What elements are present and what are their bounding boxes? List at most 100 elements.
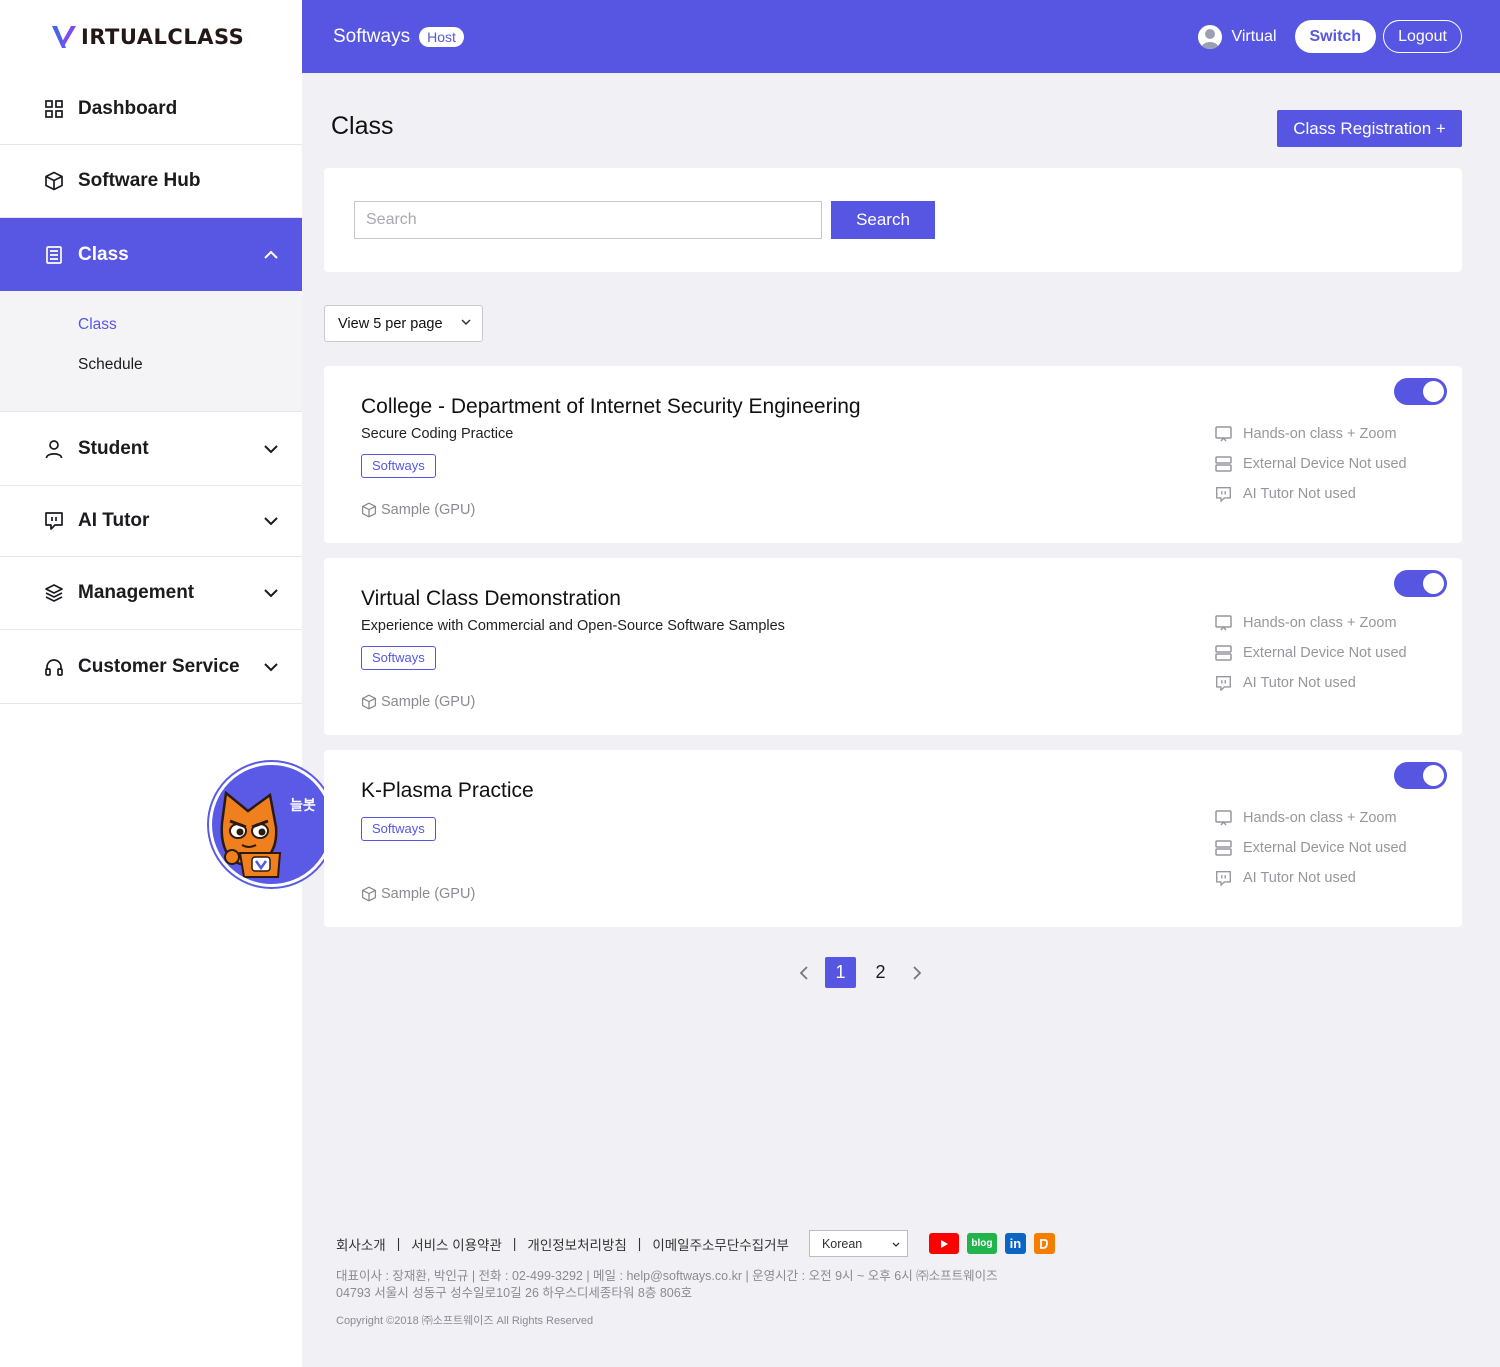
chevron-down-icon xyxy=(891,1239,901,1253)
youtube-icon[interactable] xyxy=(928,1233,959,1254)
feature-label: Hands-on class + Zoom xyxy=(1243,426,1397,442)
next-page-icon[interactable] xyxy=(905,957,929,988)
search-input[interactable] xyxy=(354,201,822,239)
cube-icon xyxy=(361,886,377,902)
blog-icon[interactable]: blog xyxy=(966,1233,997,1254)
sidebar-item-dashboard[interactable]: Dashboard xyxy=(0,73,302,145)
page-title: Class xyxy=(331,112,394,140)
user-name: Virtual xyxy=(1231,27,1277,45)
chevron-down-icon xyxy=(262,440,280,458)
logo[interactable]: IRTUALCLASS xyxy=(0,0,302,73)
server-icon xyxy=(1214,455,1232,473)
sidebar-item-ai-tutor[interactable]: AI Tutor xyxy=(0,486,302,557)
sidebar-item-class[interactable]: Class xyxy=(0,218,302,291)
copyright: Copyright ©2018 ㈜소프트웨이즈 All Rights Reser… xyxy=(336,1315,594,1327)
previous-page-icon[interactable] xyxy=(792,957,816,988)
per-page-value: View 5 per page xyxy=(338,315,443,332)
sidebar-item-label: AI Tutor xyxy=(78,510,150,531)
switch-button[interactable]: Switch xyxy=(1294,20,1377,53)
server-icon xyxy=(1214,644,1232,662)
sidebar: IRTUALCLASS Dashboard Software Hub Class… xyxy=(0,0,302,1367)
top-header: Softways Host Virtual Switch Logout xyxy=(302,0,1500,73)
page-2-button[interactable]: 2 xyxy=(865,957,896,988)
chat-bubble-icon xyxy=(44,511,64,531)
submenu-item-schedule[interactable]: Schedule xyxy=(0,355,302,395)
class-title[interactable]: Virtual Class Demonstration xyxy=(361,587,621,611)
submenu-item-class[interactable]: Class xyxy=(0,315,302,355)
class-enabled-toggle[interactable] xyxy=(1394,762,1447,789)
chevron-down-icon xyxy=(262,512,280,530)
sidebar-item-label: Management xyxy=(78,582,195,603)
company-info-line: 대표이사 : 장재환, 박인규 | 전화 : 02-499-3292 | 메일 … xyxy=(336,1269,998,1283)
sidebar-item-customer-service[interactable]: Customer Service xyxy=(0,630,302,704)
sidebar-item-label: Student xyxy=(78,437,149,459)
class-title[interactable]: K-Plasma Practice xyxy=(361,779,534,803)
social-links: blog in xyxy=(928,1233,1063,1254)
feature-zoom: Hands-on class + Zoom xyxy=(1214,809,1397,827)
role-badge: Host xyxy=(419,26,464,47)
class-title[interactable]: College - Department of Internet Securit… xyxy=(361,395,861,419)
feature-zoom: Hands-on class + Zoom xyxy=(1214,425,1397,443)
linkedin-icon[interactable]: in xyxy=(1004,1233,1026,1254)
cube-icon xyxy=(361,694,377,710)
organization-tag: Softways xyxy=(361,646,436,670)
feature-ai-tutor: AI Tutor Not used xyxy=(1214,485,1356,503)
blogger-icon[interactable] xyxy=(1033,1233,1055,1254)
language-value: Korean xyxy=(821,1236,863,1251)
footer-links: 회사소개 | 서비스 이용약관 | 개인정보처리방침 | 이메일주소무단수집거부… xyxy=(336,1230,1096,1257)
chevron-down-icon xyxy=(460,316,472,332)
feature-ai-tutor: AI Tutor Not used xyxy=(1214,869,1356,887)
feature-external-device: External Device Not used xyxy=(1214,839,1407,857)
monitor-icon xyxy=(1214,614,1232,632)
monitor-icon xyxy=(1214,425,1232,443)
sidebar-item-label: Customer Service xyxy=(78,655,240,677)
footer-link-company[interactable]: 회사소개 xyxy=(336,1234,386,1254)
cube-icon xyxy=(44,171,64,191)
sample-info: Sample (GPU) xyxy=(361,694,475,710)
feature-label: External Device Not used xyxy=(1243,456,1407,472)
chevron-up-icon xyxy=(262,246,280,264)
chatbot-mascot-button[interactable]: 늘봇 xyxy=(209,762,334,887)
organization-tag: Softways xyxy=(361,817,436,841)
footer-link-email-policy[interactable]: 이메일주소무단수집거부 xyxy=(652,1234,789,1254)
sidebar-item-label: Class xyxy=(78,243,129,265)
class-enabled-toggle[interactable] xyxy=(1394,570,1447,597)
class-registration-button[interactable]: Class Registration + xyxy=(1277,110,1462,147)
footer: 회사소개 | 서비스 이용약관 | 개인정보처리방침 | 이메일주소무단수집거부… xyxy=(336,1230,1096,1328)
grid-icon xyxy=(44,99,64,119)
company-address: 04793 서울시 성동구 성수일로10길 26 하우스디세종타워 8층 806… xyxy=(336,1286,693,1300)
feature-label: AI Tutor Not used xyxy=(1243,486,1356,502)
per-page-select[interactable]: View 5 per page xyxy=(324,305,483,342)
avatar[interactable] xyxy=(1198,24,1223,49)
chat-bubble-icon xyxy=(1214,674,1232,692)
organization-name: Softways xyxy=(333,25,411,47)
sidebar-item-management[interactable]: Management xyxy=(0,557,302,630)
page-1-button[interactable]: 1 xyxy=(825,957,856,988)
language-select[interactable]: Korean xyxy=(808,1230,908,1257)
headset-icon xyxy=(44,657,64,677)
search-button[interactable]: Search xyxy=(831,201,935,239)
sidebar-item-label: Software Hub xyxy=(78,170,201,191)
class-card[interactable]: College - Department of Internet Securit… xyxy=(324,366,1462,543)
chevron-down-icon xyxy=(262,584,280,602)
sample-label: Sample (GPU) xyxy=(381,886,476,902)
class-card[interactable]: Virtual Class Demonstration Experience w… xyxy=(324,558,1462,735)
footer-link-terms[interactable]: 서비스 이용약관 xyxy=(411,1234,502,1254)
feature-external-device: External Device Not used xyxy=(1214,644,1407,662)
cube-icon xyxy=(361,502,377,518)
footer-link-privacy[interactable]: 개인정보처리방침 xyxy=(527,1234,626,1254)
layers-icon xyxy=(44,583,64,603)
chevron-down-icon xyxy=(262,658,280,676)
sidebar-item-label: Dashboard xyxy=(78,97,178,119)
class-description: Experience with Commercial and Open-Sour… xyxy=(361,618,785,634)
feature-label: External Device Not used xyxy=(1243,645,1407,661)
sidebar-item-software-hub[interactable]: Software Hub xyxy=(0,145,302,218)
server-icon xyxy=(1214,839,1232,857)
sidebar-item-student[interactable]: Student xyxy=(0,412,302,486)
feature-ai-tutor: AI Tutor Not used xyxy=(1214,674,1356,692)
class-card[interactable]: K-Plasma Practice Softways Sample (GPU) … xyxy=(324,750,1462,927)
chat-bubble-icon xyxy=(1214,869,1232,887)
sample-info: Sample (GPU) xyxy=(361,886,475,902)
logout-button[interactable]: Logout xyxy=(1383,20,1462,53)
class-enabled-toggle[interactable] xyxy=(1394,378,1447,405)
